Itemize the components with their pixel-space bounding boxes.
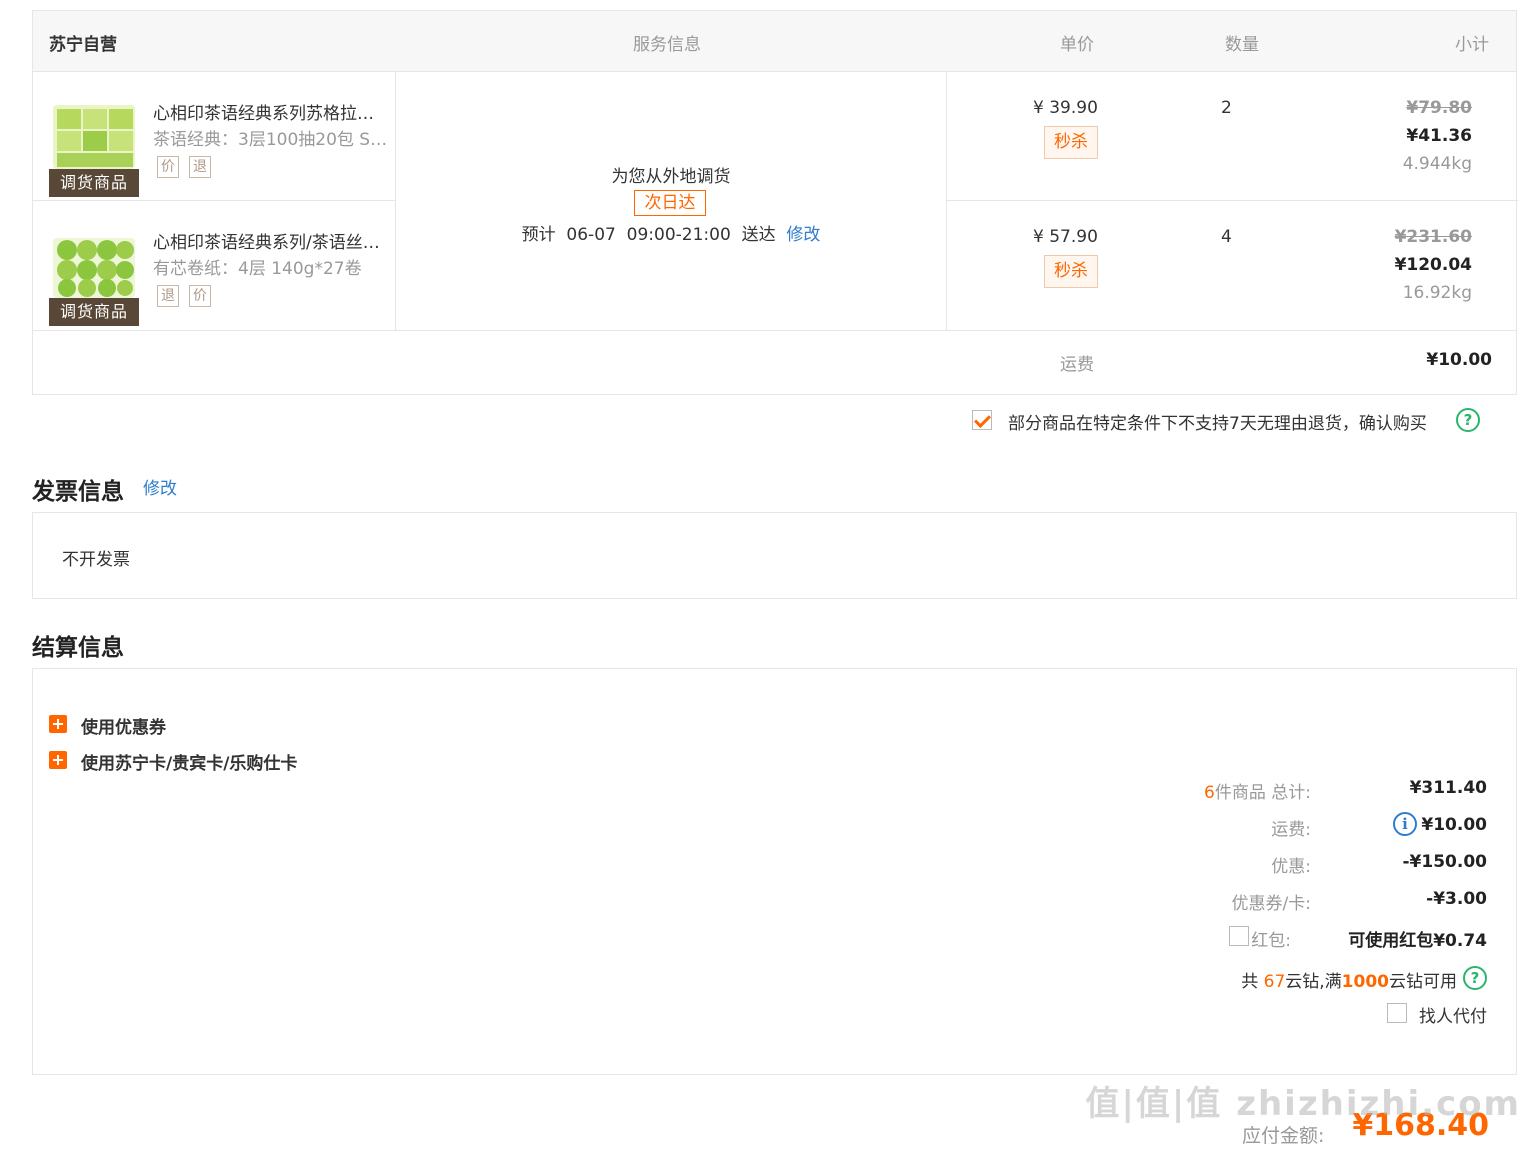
help-icon[interactable]: ? [1463, 966, 1487, 990]
return-notice-text: 部分商品在特定条件下不支持7天无理由退货，确认购买 [1008, 414, 1427, 434]
original-subtotal: ¥231.60 [1394, 227, 1472, 247]
next-day-badge: 次日达 [634, 190, 706, 216]
diamond-threshold: 1000 [1341, 972, 1389, 992]
product-spec: 有芯卷纸：4层 140g*27卷 [153, 259, 362, 279]
flash-sale-badge: 秒杀 [1044, 255, 1098, 288]
product-title[interactable]: 心相印茶语经典系列苏格拉… [153, 99, 374, 124]
transfer-goods-tag: 调货商品 [49, 169, 139, 197]
price-protect-icon[interactable]: 价 [189, 285, 211, 307]
delivery-eta: 预计 06-07 09:00-21:00 送达 修改 [396, 220, 946, 245]
settlement-panel: 使用优惠券 使用苏宁卡/贵宾卡/乐购仕卡 6件商品 总计: ¥311.40 运费… [32, 668, 1517, 1075]
unit-price: ¥ 39.90 [1033, 98, 1098, 118]
shipping-label: 运费 [1060, 355, 1094, 375]
expand-plus-icon[interactable] [49, 751, 67, 769]
product-row: 调货商品 心相印茶语经典系列/茶语丝… 有芯卷纸：4层 140g*27卷 退 价 [33, 201, 395, 330]
expand-plus-icon[interactable] [49, 715, 67, 733]
return-icon[interactable]: 退 [189, 156, 211, 178]
total-value: ¥311.40 [1409, 778, 1487, 798]
invoice-panel: 不开发票 [32, 512, 1517, 599]
proxy-pay-checkbox[interactable] [1387, 1003, 1407, 1023]
item-count: 6 [1204, 783, 1215, 803]
subtotal: ¥120.04 [1394, 255, 1472, 275]
transfer-goods-tag: 调货商品 [49, 298, 139, 326]
red-packet-label: 红包: [1251, 931, 1291, 951]
product-row: 调货商品 心相印茶语经典系列苏格拉… 茶语经典：3层100抽20包 S… 价 退 [33, 72, 395, 200]
product-image[interactable]: 调货商品 [49, 99, 139, 197]
invoice-value: 不开发票 [62, 550, 130, 570]
use-card-link[interactable]: 使用苏宁卡/贵宾卡/乐购仕卡 [81, 749, 297, 774]
watermark: 值|值|值 zhizhizhi.com [1085, 1084, 1521, 1124]
coupon-card-label: 优惠券/卡: [1231, 894, 1311, 914]
quantity: 2 [1221, 98, 1232, 118]
total-label-text: 件商品 总计: [1214, 783, 1311, 803]
quantity: 4 [1221, 227, 1232, 247]
transfer-note: 为您从外地调货 [611, 167, 731, 187]
diamond-suffix: 云钻可用 [1389, 972, 1457, 992]
return-confirm-checkbox[interactable] [972, 410, 992, 430]
shipping-label: 运费: [1271, 820, 1311, 840]
col-subtotal: 小计 [1455, 35, 1489, 55]
product-title[interactable]: 心相印茶语经典系列/茶语丝… [153, 228, 380, 253]
eta-date: 06-07 [566, 225, 616, 245]
price-protect-icon[interactable]: 价 [157, 156, 179, 178]
total-label: 6件商品 总计: [1011, 778, 1311, 803]
discount-value: -¥150.00 [1402, 852, 1488, 872]
divider [946, 72, 947, 330]
proxy-pay-label[interactable]: 找人代付 [1419, 1002, 1487, 1027]
divider [946, 200, 1518, 201]
payable-label: 应付金额: [1242, 1125, 1325, 1147]
service-info: 为您从外地调货 次日达 预计 06-07 09:00-21:00 送达 修改 [396, 72, 946, 330]
use-coupon-link[interactable]: 使用优惠券 [81, 713, 166, 738]
settlement-title: 结算信息 [32, 635, 124, 661]
help-icon[interactable]: ? [1456, 408, 1480, 432]
eta-suffix: 送达 [741, 225, 776, 245]
diamond-count: 67 [1263, 972, 1286, 992]
invoice-title: 发票信息 [32, 479, 124, 505]
coupon-card-value: -¥3.00 [1426, 889, 1487, 909]
store-name: 苏宁自营 [49, 35, 117, 55]
col-service: 服务信息 [633, 35, 701, 55]
return-icon[interactable]: 退 [157, 285, 179, 307]
divider [33, 330, 1516, 331]
col-price: 单价 [1060, 35, 1094, 55]
invoice-modify-link[interactable]: 修改 [143, 474, 177, 499]
eta-prefix: 预计 [521, 225, 556, 245]
flash-sale-badge: 秒杀 [1044, 126, 1098, 159]
red-packet-value: 可使用红包¥0.74 [1348, 931, 1487, 951]
yunzuan-info: 共 67云钻,满1000云钻可用 [1241, 967, 1457, 992]
product-image[interactable]: 调货商品 [49, 228, 139, 326]
diamond-mid: 云钻,满 [1285, 972, 1342, 992]
red-packet-checkbox[interactable] [1229, 926, 1249, 946]
col-qty: 数量 [1225, 35, 1259, 55]
discount-label: 优惠: [1271, 857, 1311, 877]
product-spec: 茶语经典：3层100抽20包 S… [153, 130, 388, 150]
eta-time: 09:00-21:00 [626, 225, 731, 245]
shipping-value: ¥10.00 [1421, 815, 1487, 835]
unit-price: ¥ 57.90 [1033, 227, 1098, 247]
shipping-value: ¥10.00 [1426, 350, 1492, 370]
order-table-header: 苏宁自营 服务信息 单价 数量 小计 [33, 11, 1516, 72]
modify-delivery-link[interactable]: 修改 [786, 225, 820, 245]
original-subtotal: ¥79.80 [1406, 98, 1472, 118]
order-table: 苏宁自营 服务信息 单价 数量 小计 调货商品 心相印茶语经典系列苏格拉… 茶语… [32, 10, 1518, 395]
diamond-prefix: 共 [1241, 972, 1259, 992]
weight: 4.944kg [1402, 154, 1472, 174]
subtotal: ¥41.36 [1406, 126, 1472, 146]
info-icon[interactable]: i [1393, 812, 1417, 836]
weight: 16.92kg [1402, 283, 1472, 303]
